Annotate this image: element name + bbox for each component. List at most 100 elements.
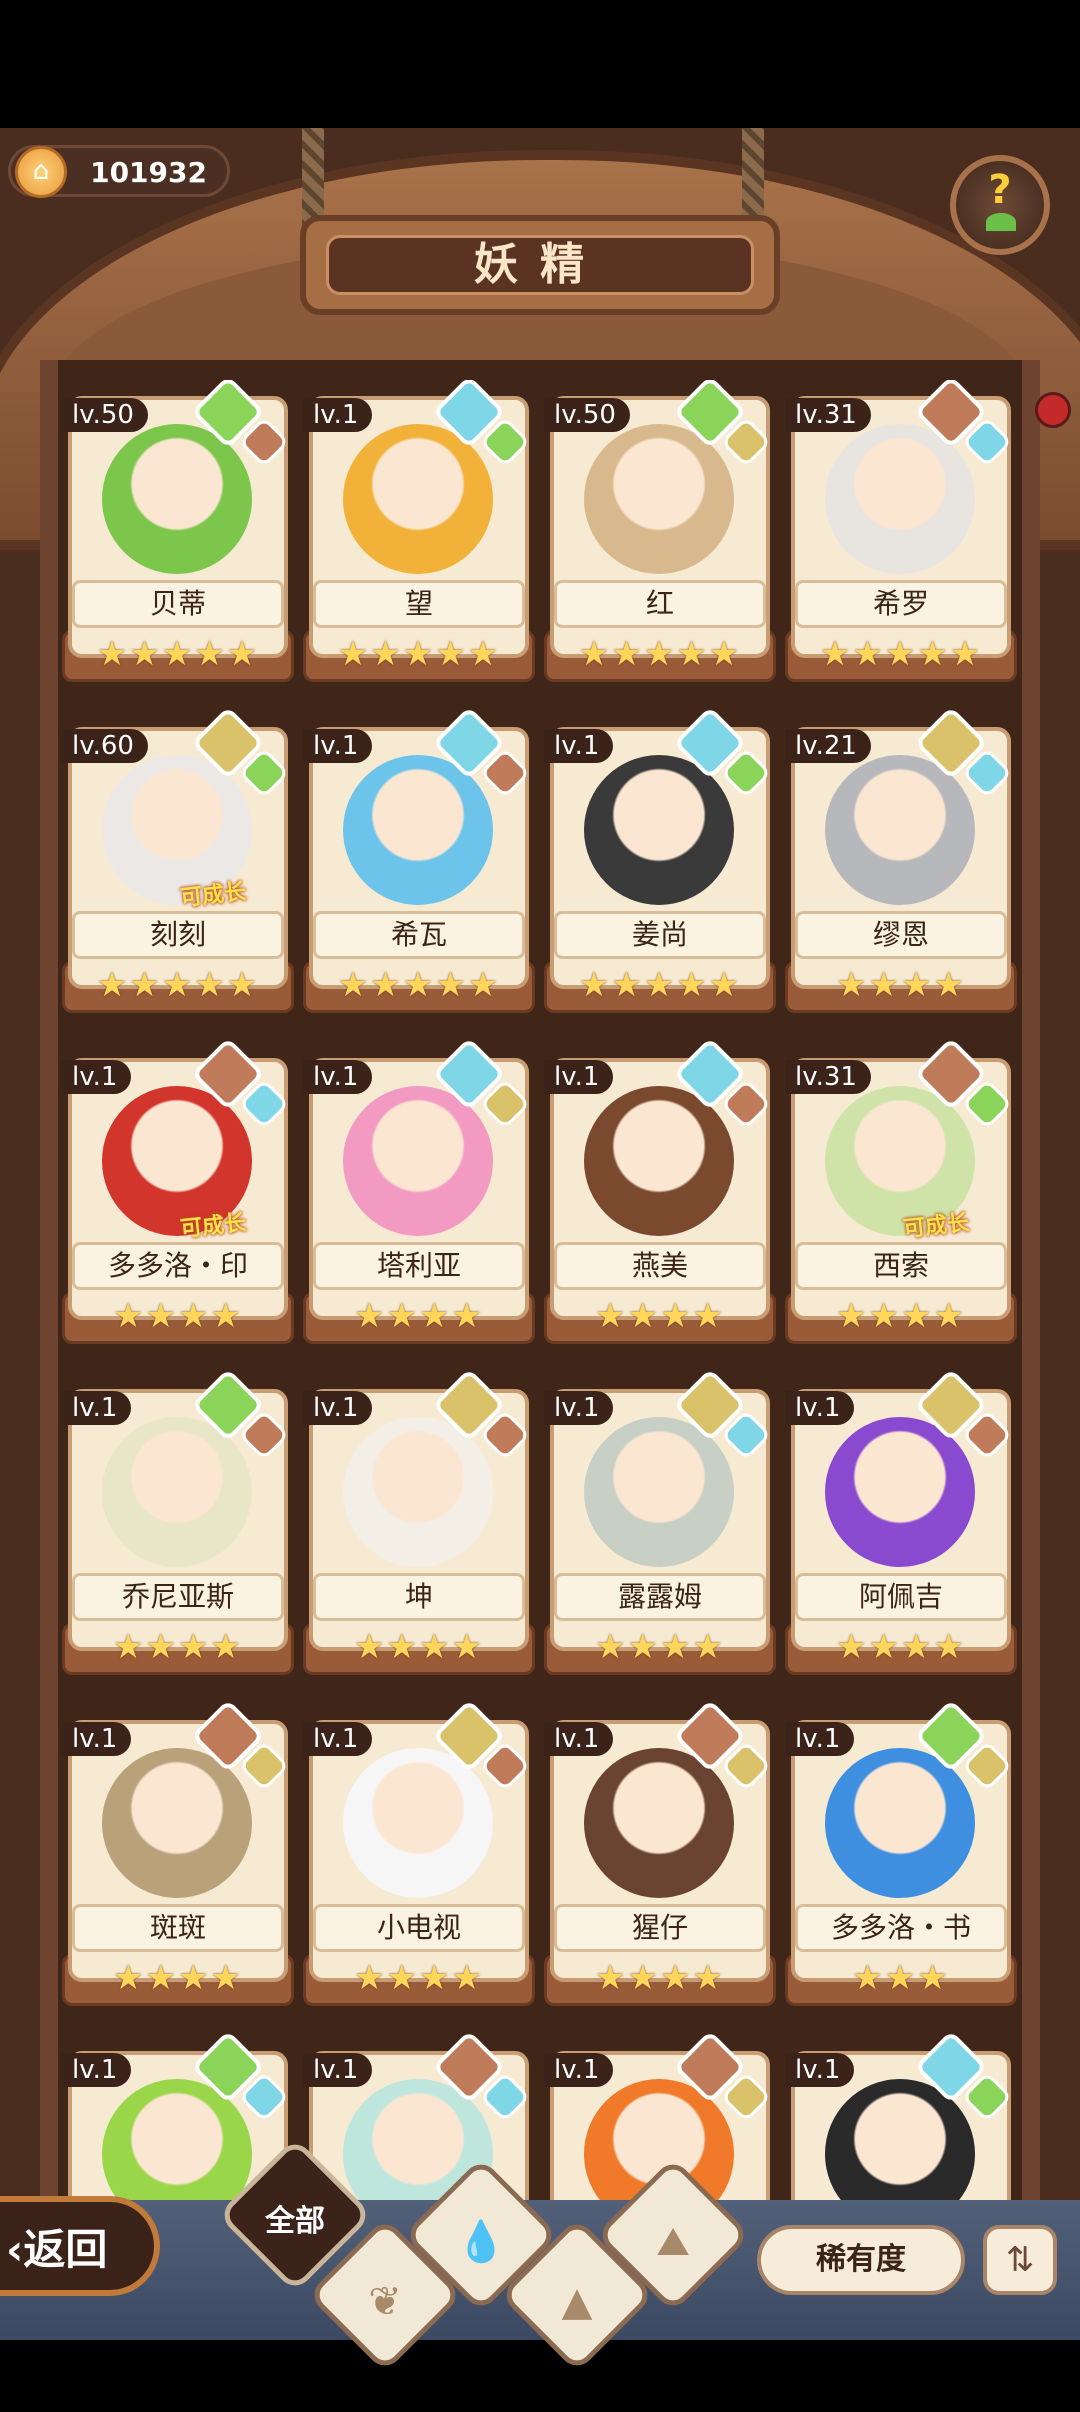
fairy-card[interactable]: lv.31 希罗 ★★★★★ <box>785 380 1017 690</box>
fairy-portrait <box>343 755 493 905</box>
fairy-portrait <box>584 424 734 574</box>
level-tag: lv.1 <box>544 729 614 763</box>
sort-order-button[interactable]: ⇅ <box>983 2225 1057 2295</box>
star-rating: ★★★★★ <box>96 965 260 1005</box>
fairy-name: 多多洛・印 <box>72 1242 284 1290</box>
signboard-inner: 妖精 <box>326 235 754 295</box>
fairy-name: 刻刻 <box>72 911 284 959</box>
currency-value: 101932 <box>90 156 207 189</box>
level-tag: lv.1 <box>544 1060 614 1094</box>
fairy-card[interactable]: lv.50 贝蒂 ★★★★★ <box>62 380 294 690</box>
fairy-portrait <box>343 1417 493 1567</box>
fairy-portrait <box>584 1417 734 1567</box>
level-tag: lv.1 <box>303 2053 373 2087</box>
fairy-name: 阿佩吉 <box>795 1573 1007 1621</box>
fairy-card[interactable]: lv.1 多多洛・书 ★★★ <box>785 1699 1017 2014</box>
help-button[interactable]: ? <box>950 155 1050 255</box>
fairy-name: 乔尼亚斯 <box>72 1573 284 1621</box>
back-label: ‹返回 <box>6 2225 108 2274</box>
star-rating: ★★★★★ <box>578 965 742 1005</box>
page-title: 妖精 <box>474 239 606 290</box>
fairy-card[interactable]: lv.50 红 ★★★★★ <box>544 380 776 690</box>
star-rating: ★★★★★ <box>578 634 742 674</box>
level-tag: lv.50 <box>544 398 630 432</box>
fairy-card[interactable]: lv.1 姜尚 ★★★★★ <box>544 706 776 1021</box>
level-tag: lv.1 <box>785 2053 855 2087</box>
star-rating: ★★★ <box>852 1958 950 1998</box>
level-tag: lv.1 <box>303 1391 373 1425</box>
level-tag: lv.31 <box>785 398 871 432</box>
back-button[interactable]: ‹返回 <box>0 2196 160 2296</box>
fairy-name: 希瓦 <box>313 911 525 959</box>
sprout-icon <box>986 213 1016 231</box>
fairy-card[interactable]: lv.1 露露姆 ★★★★ <box>544 1368 776 1683</box>
fairy-name: 缪恩 <box>795 911 1007 959</box>
fairy-name: 望 <box>313 580 525 628</box>
level-tag: lv.1 <box>303 398 373 432</box>
currency-display: ⌂ 101932 <box>8 145 230 198</box>
fairy-portrait <box>825 424 975 574</box>
level-tag: lv.1 <box>785 1391 855 1425</box>
level-tag: lv.50 <box>62 398 148 432</box>
fairy-name: 斑斑 <box>72 1904 284 1952</box>
fairy-card[interactable]: lv.31 可成长 西索 ★★★★ <box>785 1037 1017 1352</box>
fairy-name: 多多洛・书 <box>795 1904 1007 1952</box>
fairy-portrait <box>584 1086 734 1236</box>
level-tag: lv.1 <box>544 1391 614 1425</box>
growable-badge: 可成长 <box>179 1210 248 1243</box>
fairy-name: 姜尚 <box>554 911 766 959</box>
coin-house-icon: ⌂ <box>15 146 67 198</box>
back-text: 返回 <box>23 2225 108 2274</box>
rarity-sort-button[interactable]: 稀有度 <box>757 2225 965 2295</box>
level-tag: lv.1 <box>303 729 373 763</box>
fairy-card[interactable]: lv.1 希瓦 ★★★★★ <box>303 706 535 1021</box>
level-tag: lv.60 <box>62 729 148 763</box>
fairy-card[interactable]: lv.1 乔尼亚斯 ★★★★ <box>62 1368 294 1683</box>
level-tag: lv.1 <box>62 1722 132 1756</box>
fairy-name: 西索 <box>795 1242 1007 1290</box>
fairy-card[interactable]: lv.1 斑斑 ★★★★ <box>62 1699 294 2014</box>
level-tag: lv.1 <box>62 2053 132 2087</box>
level-tag: lv.1 <box>62 1391 132 1425</box>
question-icon: ? <box>988 167 1012 213</box>
star-rating: ★★★★ <box>836 1627 966 1667</box>
fairy-portrait <box>825 1417 975 1567</box>
fairy-card[interactable]: lv.1 阿佩吉 ★★★★ <box>785 1368 1017 1683</box>
star-rating: ★★★★ <box>354 1296 484 1336</box>
star-rating: ★★★★ <box>595 1627 725 1667</box>
fairy-portrait <box>343 1748 493 1898</box>
ladybug-scroll-indicator[interactable] <box>1035 392 1071 428</box>
fairy-portrait <box>825 1748 975 1898</box>
fairy-name: 猩仔 <box>554 1904 766 1952</box>
fairy-card[interactable]: lv.60 可成长 刻刻 ★★★★★ <box>62 706 294 1021</box>
fairy-card[interactable]: lv.1 塔利亚 ★★★★ <box>303 1037 535 1352</box>
level-tag: lv.1 <box>303 1722 373 1756</box>
fairy-card[interactable]: lv.1 坤 ★★★★ <box>303 1368 535 1683</box>
title-signboard: 妖精 <box>300 215 780 315</box>
fairy-card[interactable]: lv.1 猩仔 ★★★★ <box>544 1699 776 2014</box>
fairy-card[interactable]: lv.1 <box>785 2030 1017 2210</box>
level-tag: lv.1 <box>303 1060 373 1094</box>
star-rating: ★★★★ <box>595 1958 725 1998</box>
star-rating: ★★★★ <box>113 1958 243 1998</box>
level-tag: lv.1 <box>544 1722 614 1756</box>
fire-filter-icon: ⛰ <box>656 2219 690 2266</box>
fairy-portrait <box>102 1748 252 1898</box>
star-rating: ★★★★ <box>354 1627 484 1667</box>
star-rating: ★★★★★ <box>337 965 501 1005</box>
fairy-name: 红 <box>554 580 766 628</box>
fairy-card[interactable]: lv.1 小电视 ★★★★ <box>303 1699 535 2014</box>
fairy-portrait <box>102 424 252 574</box>
star-rating: ★★★★ <box>836 965 966 1005</box>
star-rating: ★★★★ <box>113 1296 243 1336</box>
fairy-card[interactable]: lv.1 燕美 ★★★★ <box>544 1037 776 1352</box>
fairy-card[interactable]: lv.1 可成长 多多洛・印 ★★★★ <box>62 1037 294 1352</box>
fairy-name: 贝蒂 <box>72 580 284 628</box>
fairy-name: 露露姆 <box>554 1573 766 1621</box>
fairy-portrait <box>343 1086 493 1236</box>
star-rating: ★★★★ <box>354 1958 484 1998</box>
fairy-name: 燕美 <box>554 1242 766 1290</box>
fairy-card-grid: lv.50 贝蒂 ★★★★★ lv.1 望 ★★★★★ lv.50 红 ★★★★★ lv.31 希罗… <box>62 380 1018 2210</box>
fairy-card[interactable]: lv.21 缪恩 ★★★★ <box>785 706 1017 1021</box>
fairy-card[interactable]: lv.1 望 ★★★★★ <box>303 380 535 690</box>
